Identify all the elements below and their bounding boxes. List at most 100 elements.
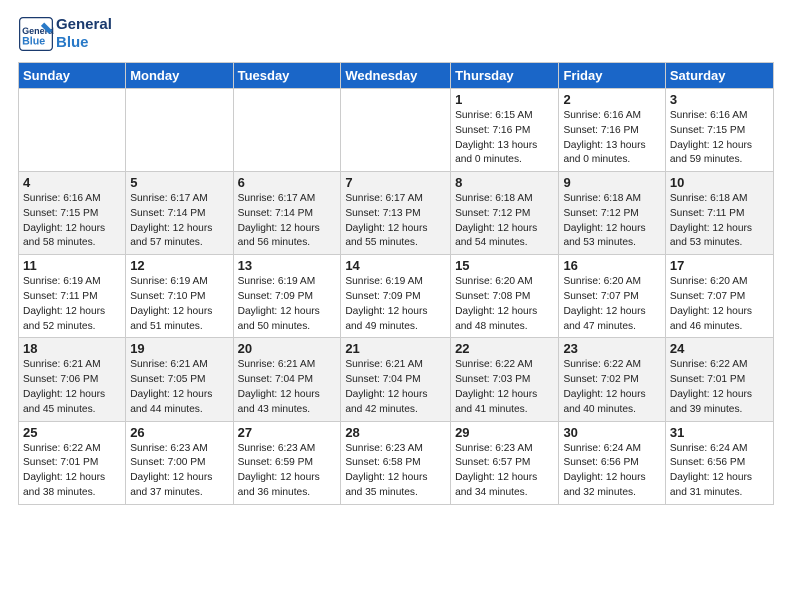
day-number: 14 (345, 258, 446, 273)
calendar-cell: 21 Sunrise: 6:21 AM Sunset: 7:04 PM Dayli… (341, 338, 451, 421)
calendar-cell: 9 Sunrise: 6:18 AM Sunset: 7:12 PM Daylig… (559, 172, 665, 255)
calendar-cell: 15Sunrise: 6:20 AM Sunset: 7:08 PM Dayli… (451, 255, 559, 338)
day-number: 3 (670, 92, 769, 107)
day-info: Sunrise: 6:22 AM Sunset: 7:01 PM Dayligh… (670, 358, 769, 417)
day-number: 2 (563, 92, 660, 107)
day-info: Sunrise: 6:17 AM Sunset: 7:14 PM Dayligh… (238, 192, 337, 251)
day-number: 19 (130, 341, 228, 356)
weekday-header: Monday (126, 63, 233, 89)
calendar-cell: 2 Sunrise: 6:16 AM Sunset: 7:16 PM Daylig… (559, 89, 665, 172)
day-number: 30 (563, 425, 660, 440)
calendar-cell: 7Sunrise: 6:17 AM Sunset: 7:13 PM Daylig… (341, 172, 451, 255)
day-number: 31 (670, 425, 769, 440)
day-info: Sunrise: 6:19 AM Sunset: 7:09 PM Dayligh… (238, 275, 337, 334)
day-info: Sunrise: 6:21 AM Sunset: 7:05 PM Dayligh… (130, 358, 228, 417)
calendar-cell: 11Sunrise: 6:19 AM Sunset: 7:11 PM Dayli… (19, 255, 126, 338)
calendar-cell: 12Sunrise: 6:19 AM Sunset: 7:10 PM Dayli… (126, 255, 233, 338)
day-info: Sunrise: 6:20 AM Sunset: 7:07 PM Dayligh… (670, 275, 769, 334)
weekday-header: Saturday (665, 63, 773, 89)
day-number: 9 (563, 175, 660, 190)
day-number: 5 (130, 175, 228, 190)
day-number: 4 (23, 175, 121, 190)
calendar-cell (233, 89, 341, 172)
calendar-cell: 16Sunrise: 6:20 AM Sunset: 7:07 PM Dayli… (559, 255, 665, 338)
calendar-cell (126, 89, 233, 172)
day-info: Sunrise: 6:18 AM Sunset: 7:11 PM Dayligh… (670, 192, 769, 251)
day-number: 15 (455, 258, 554, 273)
logo-general: General (56, 16, 112, 34)
day-info: Sunrise: 6:18 AM Sunset: 7:12 PM Dayligh… (563, 192, 660, 251)
calendar-cell: 23 Sunrise: 6:22 AM Sunset: 7:02 PM Dayli… (559, 338, 665, 421)
day-number: 1 (455, 92, 554, 107)
logo: General Blue General Blue (18, 16, 112, 52)
calendar-cell: 30Sunrise: 6:24 AM Sunset: 6:56 PM Dayli… (559, 421, 665, 504)
day-info: Sunrise: 6:18 AM Sunset: 7:12 PM Dayligh… (455, 192, 554, 251)
calendar-cell (341, 89, 451, 172)
day-number: 23 (563, 341, 660, 356)
day-info: Sunrise: 6:23 AM Sunset: 6:57 PM Dayligh… (455, 442, 554, 501)
calendar-cell: 19 Sunrise: 6:21 AM Sunset: 7:05 PM Dayli… (126, 338, 233, 421)
calendar-cell: 8 Sunrise: 6:18 AM Sunset: 7:12 PM Daylig… (451, 172, 559, 255)
day-info: Sunrise: 6:15 AM Sunset: 7:16 PM Dayligh… (455, 109, 554, 168)
day-info: Sunrise: 6:22 AM Sunset: 7:01 PM Dayligh… (23, 442, 121, 501)
calendar-cell: 5 Sunrise: 6:17 AM Sunset: 7:14 PM Daylig… (126, 172, 233, 255)
calendar-week-row: 25Sunrise: 6:22 AM Sunset: 7:01 PM Dayli… (19, 421, 774, 504)
weekday-header: Wednesday (341, 63, 451, 89)
header: General Blue General Blue (18, 16, 774, 52)
calendar-cell: 18Sunrise: 6:21 AM Sunset: 7:06 PM Dayli… (19, 338, 126, 421)
day-info: Sunrise: 6:23 AM Sunset: 7:00 PM Dayligh… (130, 442, 228, 501)
day-number: 10 (670, 175, 769, 190)
calendar-cell: 26 Sunrise: 6:23 AM Sunset: 7:00 PM Dayli… (126, 421, 233, 504)
weekday-header: Friday (559, 63, 665, 89)
day-number: 26 (130, 425, 228, 440)
calendar-week-row: 18Sunrise: 6:21 AM Sunset: 7:06 PM Dayli… (19, 338, 774, 421)
day-info: Sunrise: 6:19 AM Sunset: 7:11 PM Dayligh… (23, 275, 121, 334)
calendar-week-row: 1 Sunrise: 6:15 AM Sunset: 7:16 PM Daylig… (19, 89, 774, 172)
day-info: Sunrise: 6:21 AM Sunset: 7:04 PM Dayligh… (238, 358, 337, 417)
day-number: 17 (670, 258, 769, 273)
day-info: Sunrise: 6:20 AM Sunset: 7:07 PM Dayligh… (563, 275, 660, 334)
day-number: 27 (238, 425, 337, 440)
calendar-cell: 17 Sunrise: 6:20 AM Sunset: 7:07 PM Dayli… (665, 255, 773, 338)
day-info: Sunrise: 6:24 AM Sunset: 6:56 PM Dayligh… (670, 442, 769, 501)
day-number: 28 (345, 425, 446, 440)
weekday-header: Thursday (451, 63, 559, 89)
weekday-header: Sunday (19, 63, 126, 89)
calendar-cell: 3 Sunrise: 6:16 AM Sunset: 7:15 PM Daylig… (665, 89, 773, 172)
day-info: Sunrise: 6:23 AM Sunset: 6:59 PM Dayligh… (238, 442, 337, 501)
calendar-cell: 14 Sunrise: 6:19 AM Sunset: 7:09 PM Dayli… (341, 255, 451, 338)
day-info: Sunrise: 6:22 AM Sunset: 7:03 PM Dayligh… (455, 358, 554, 417)
day-info: Sunrise: 6:17 AM Sunset: 7:14 PM Dayligh… (130, 192, 228, 251)
logo-icon: General Blue (18, 16, 54, 52)
day-number: 20 (238, 341, 337, 356)
day-info: Sunrise: 6:22 AM Sunset: 7:02 PM Dayligh… (563, 358, 660, 417)
calendar-cell: 13 Sunrise: 6:19 AM Sunset: 7:09 PM Dayli… (233, 255, 341, 338)
weekday-header: Tuesday (233, 63, 341, 89)
day-number: 21 (345, 341, 446, 356)
calendar-cell: 1 Sunrise: 6:15 AM Sunset: 7:16 PM Daylig… (451, 89, 559, 172)
day-number: 29 (455, 425, 554, 440)
calendar-cell: 27 Sunrise: 6:23 AM Sunset: 6:59 PM Dayli… (233, 421, 341, 504)
calendar-cell: 20 Sunrise: 6:21 AM Sunset: 7:04 PM Dayli… (233, 338, 341, 421)
day-info: Sunrise: 6:19 AM Sunset: 7:09 PM Dayligh… (345, 275, 446, 334)
day-number: 7 (345, 175, 446, 190)
calendar-cell: 22 Sunrise: 6:22 AM Sunset: 7:03 PM Dayli… (451, 338, 559, 421)
day-number: 24 (670, 341, 769, 356)
day-info: Sunrise: 6:16 AM Sunset: 7:15 PM Dayligh… (670, 109, 769, 168)
day-number: 8 (455, 175, 554, 190)
svg-text:Blue: Blue (22, 36, 45, 48)
day-info: Sunrise: 6:16 AM Sunset: 7:16 PM Dayligh… (563, 109, 660, 168)
calendar-cell: 4 Sunrise: 6:16 AM Sunset: 7:15 PM Daylig… (19, 172, 126, 255)
day-number: 13 (238, 258, 337, 273)
day-info: Sunrise: 6:21 AM Sunset: 7:06 PM Dayligh… (23, 358, 121, 417)
day-info: Sunrise: 6:16 AM Sunset: 7:15 PM Dayligh… (23, 192, 121, 251)
day-number: 12 (130, 258, 228, 273)
calendar-cell (19, 89, 126, 172)
calendar-week-row: 11Sunrise: 6:19 AM Sunset: 7:11 PM Dayli… (19, 255, 774, 338)
day-info: Sunrise: 6:23 AM Sunset: 6:58 PM Dayligh… (345, 442, 446, 501)
day-info: Sunrise: 6:21 AM Sunset: 7:04 PM Dayligh… (345, 358, 446, 417)
calendar-table: SundayMondayTuesdayWednesdayThursdayFrid… (18, 62, 774, 505)
calendar-week-row: 4 Sunrise: 6:16 AM Sunset: 7:15 PM Daylig… (19, 172, 774, 255)
calendar-cell: 10 Sunrise: 6:18 AM Sunset: 7:11 PM Dayli… (665, 172, 773, 255)
day-number: 22 (455, 341, 554, 356)
